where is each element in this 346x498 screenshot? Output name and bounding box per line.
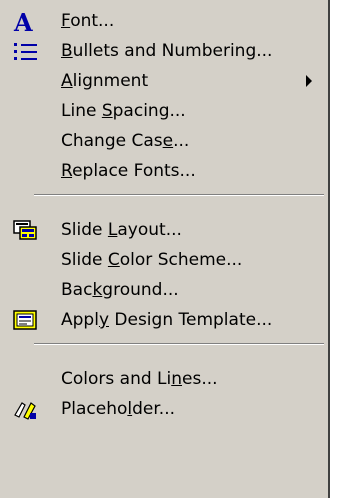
- mnemonic-letter: e: [162, 131, 174, 151]
- submenu-arrow-icon: [306, 75, 312, 87]
- menu-item-label: Colors and Lines...: [61, 369, 218, 389]
- mnemonic-letter: l: [127, 399, 133, 419]
- slide-layout-icon: [12, 218, 40, 244]
- menu-item-apply-design-template[interactable]: Apply Design Template...: [0, 305, 328, 335]
- menu-item-label: Placeholder...: [61, 399, 175, 419]
- mnemonic-letter: R: [61, 161, 73, 181]
- mnemonic-letter: C: [107, 250, 120, 270]
- menu-item-alignment[interactable]: Alignment: [0, 66, 328, 96]
- menu-item-colors-and-lines[interactable]: Colors and Lines...: [0, 364, 328, 394]
- menu-item-label: Font...: [61, 11, 115, 31]
- mnemonic-letter: n: [171, 369, 183, 389]
- menu-item-label: Change Case...: [61, 131, 190, 151]
- mnemonic-letter: F: [61, 11, 71, 31]
- menu-item-bullets-and-numbering[interactable]: Bullets and Numbering...: [0, 36, 328, 66]
- menu-item-font[interactable]: A Font...: [0, 6, 328, 37]
- menu-item-label: Apply Design Template...: [61, 310, 273, 330]
- menu-item-label: Line Spacing...: [61, 101, 186, 121]
- menu-item-label: Replace Fonts...: [61, 161, 196, 181]
- menu-item-slide-color-scheme[interactable]: Slide Color Scheme...: [0, 245, 328, 275]
- menu-item-label: Background...: [61, 280, 179, 300]
- bullets-icon: [12, 39, 40, 65]
- mnemonic-letter: A: [61, 71, 73, 91]
- mnemonic-letter: y: [98, 310, 109, 330]
- menu-item-replace-fonts[interactable]: Replace Fonts...: [0, 156, 328, 186]
- menu-item-label: Slide Color Scheme...: [61, 250, 243, 270]
- menu-separator: [34, 194, 324, 196]
- design-template-icon: [12, 308, 40, 334]
- menu-item-label: Slide Layout...: [61, 220, 182, 240]
- menu-separator: [34, 343, 324, 345]
- mnemonic-letter: k: [92, 280, 103, 300]
- menu-item-label: Alignment: [61, 71, 149, 91]
- mnemonic-letter: S: [101, 101, 113, 121]
- placeholder-icon: [12, 397, 40, 423]
- mnemonic-letter: L: [107, 220, 118, 240]
- font-icon: A: [12, 8, 40, 37]
- mnemonic-letter: B: [61, 41, 73, 61]
- menu-item-background[interactable]: Background...: [0, 275, 328, 305]
- menu-item-placeholder[interactable]: Placeholder...: [0, 394, 328, 424]
- menu-item-slide-layout[interactable]: Slide Layout...: [0, 215, 328, 245]
- svg-text:A: A: [13, 9, 33, 35]
- menu-item-label: Bullets and Numbering...: [61, 41, 273, 61]
- menu-item-line-spacing[interactable]: Line Spacing...: [0, 96, 328, 126]
- format-menu: A Font... Bullets and Numbering... Align…: [0, 0, 330, 498]
- menu-item-change-case[interactable]: Change Case...: [0, 126, 328, 156]
